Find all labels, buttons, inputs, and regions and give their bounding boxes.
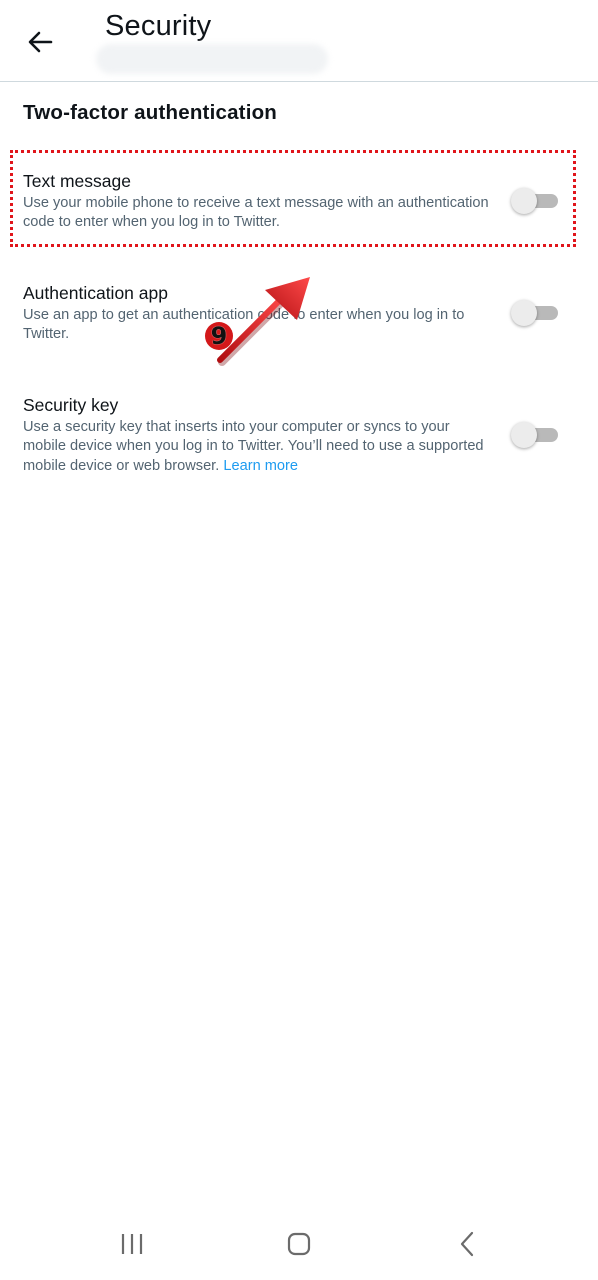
option-authentication-app[interactable]: Authentication app Use an app to get an … (0, 283, 598, 349)
security-key-toggle[interactable] (511, 422, 559, 448)
step-number-badge: 9 (205, 322, 233, 350)
back-button[interactable] (22, 24, 58, 60)
option-description: Use your mobile phone to receive a text … (23, 195, 489, 231)
home-button[interactable] (277, 1226, 321, 1262)
learn-more-link[interactable]: Learn more (223, 458, 298, 474)
toggle-thumb (511, 422, 537, 448)
toggle-thumb (511, 188, 537, 214)
option-title: Security key (23, 395, 119, 415)
app-header: Security (0, 0, 598, 82)
recents-icon (121, 1234, 143, 1254)
recents-button[interactable] (110, 1226, 154, 1262)
system-back-button[interactable] (445, 1226, 489, 1262)
back-chevron-icon (460, 1231, 474, 1257)
section-title: Two-factor authentication (23, 101, 278, 124)
system-navigation-bar (0, 1210, 598, 1280)
text-message-toggle[interactable] (511, 188, 559, 214)
option-description: Use an app to get an authentication code… (23, 307, 465, 343)
page-title: Security (105, 10, 212, 42)
arrow-left-icon (28, 31, 53, 53)
option-security-key[interactable]: Security key Use a security key that ins… (0, 395, 598, 481)
home-icon (287, 1232, 311, 1256)
toggle-thumb (511, 300, 537, 326)
option-title: Authentication app (23, 283, 168, 303)
option-text-message[interactable]: Text message Use your mobile phone to re… (0, 171, 598, 237)
option-title: Text message (23, 171, 131, 191)
account-handle-redacted (96, 44, 328, 74)
authentication-app-toggle[interactable] (511, 300, 559, 326)
option-description: Use a security key that inserts into you… (23, 418, 493, 476)
